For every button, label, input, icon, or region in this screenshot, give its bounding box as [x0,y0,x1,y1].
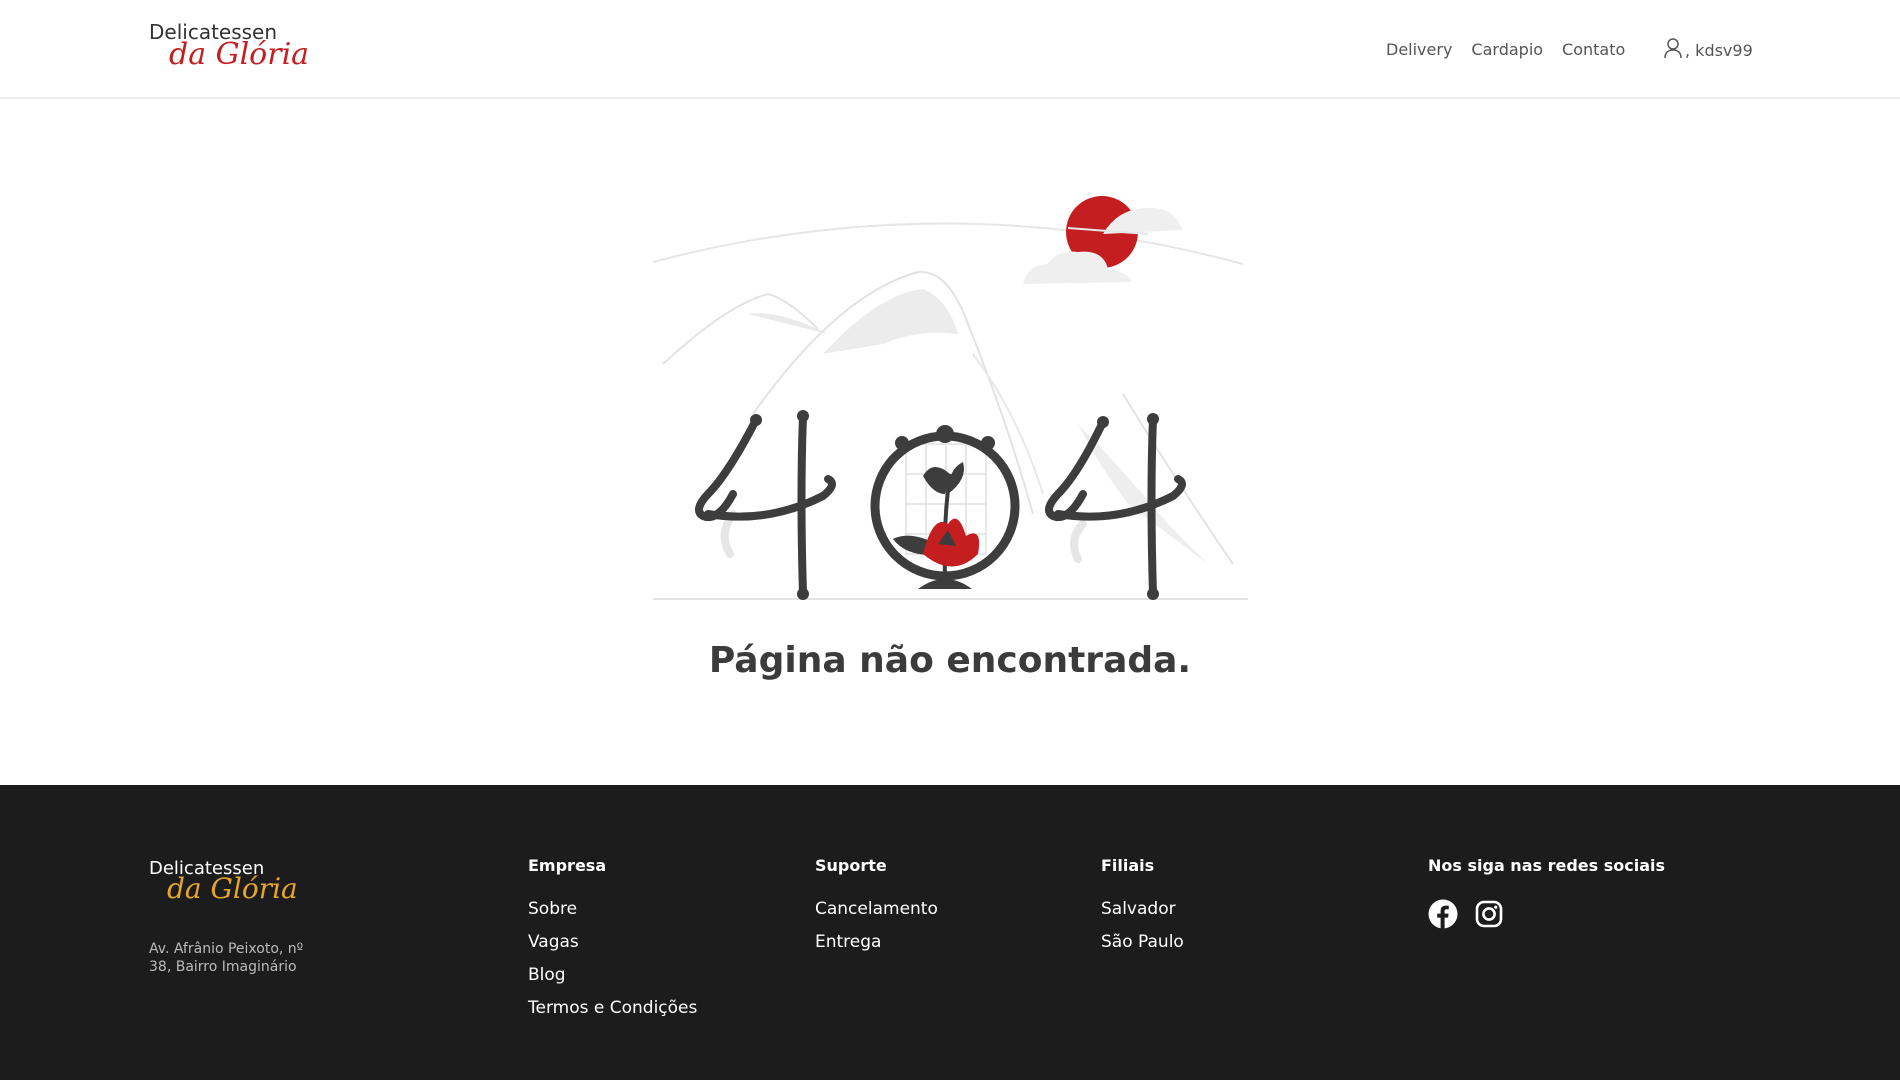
footer-column-title: Suporte [815,856,887,875]
footer-column-title: Empresa [528,856,607,875]
footer-link-sobre[interactable]: Sobre [528,899,697,919]
header-logo[interactable]: Delicatessen da Glória [149,20,309,72]
facebook-icon[interactable] [1428,899,1458,929]
footer-address: Av. Afrânio Peixoto, nº 38, Bairro Imagi… [149,941,304,975]
user-menu[interactable]: , kdsv99 [1663,37,1753,63]
user-icon [1663,37,1685,63]
footer-logo-text-bottom: da Glória [167,872,298,905]
footer-link-salvador[interactable]: Salvador [1101,899,1184,919]
footer-link-blog[interactable]: Blog [528,965,697,985]
user-name: , kdsv99 [1685,40,1753,60]
site-footer: Delicatessen da Glória Av. Afrânio Peixo… [0,785,1900,1080]
footer-link-cancelamento[interactable]: Cancelamento [815,899,938,919]
social-icons [1428,899,1665,929]
nav-link-delivery[interactable]: Delivery [1386,40,1452,59]
instagram-icon[interactable] [1474,899,1504,929]
footer-column-title: Nos siga nas redes sociais [1428,856,1666,875]
404-illustration [648,194,1252,600]
footer-link-sao-paulo[interactable]: São Paulo [1101,932,1184,952]
nav-link-cardapio[interactable]: Cardapio [1471,40,1543,59]
footer-logo[interactable]: Delicatessen da Glória [149,858,309,908]
logo-text-bottom: da Glória [169,37,310,72]
main-nav: Delivery Cardapio Contato [1386,37,1644,61]
footer-column-title: Filiais [1101,856,1155,875]
site-header: Delicatessen da Glória Delivery Cardapio… [0,0,1900,99]
footer-column-empresa: Empresa Sobre Vagas Blog Termos e Condiç… [528,856,697,1031]
footer-column-social: Nos siga nas redes sociais [1428,856,1665,929]
nav-link-contato[interactable]: Contato [1562,40,1625,59]
footer-column-suporte: Suporte Cancelamento Entrega [815,856,938,965]
footer-column-filiais: Filiais Salvador São Paulo [1101,856,1184,965]
footer-link-termos[interactable]: Termos e Condições [528,998,697,1018]
footer-link-entrega[interactable]: Entrega [815,932,938,952]
not-found-message: Página não encontrada. [708,640,1192,681]
footer-link-vagas[interactable]: Vagas [528,932,697,952]
